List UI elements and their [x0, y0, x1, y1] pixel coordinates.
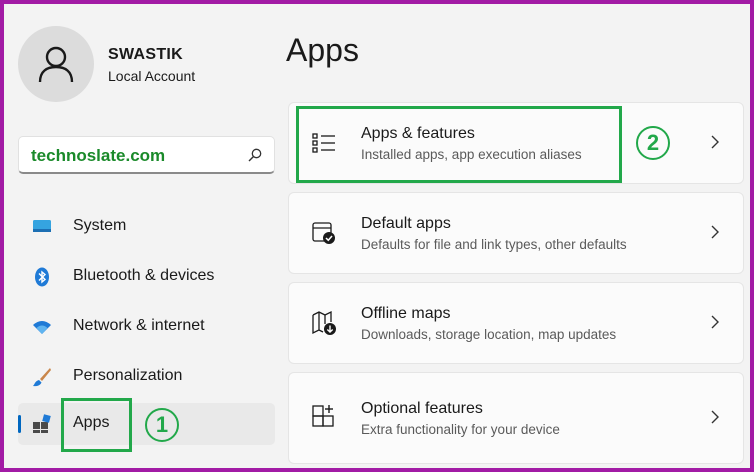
- card-default-apps[interactable]: Default apps Defaults for file and link …: [288, 192, 744, 274]
- sidebar-item-label: Bluetooth & devices: [73, 267, 215, 284]
- sidebar-item-system[interactable]: System: [18, 206, 275, 248]
- search-value: technoslate.com: [31, 146, 166, 165]
- bluetooth-icon: [35, 267, 49, 287]
- chevron-right-icon: [711, 225, 719, 239]
- card-optional-features[interactable]: Optional features Extra functionality fo…: [288, 372, 744, 464]
- sidebar-item-network[interactable]: Network & internet: [18, 306, 275, 348]
- search-input[interactable]: technoslate.com: [18, 136, 275, 174]
- step-badge-2: 2: [636, 126, 670, 160]
- card-offline-maps[interactable]: Offline maps Downloads, storage location…: [288, 282, 744, 364]
- card-subtitle: Downloads, storage location, map updates: [361, 327, 617, 342]
- card-title: Offline maps: [361, 305, 451, 322]
- sidebar-item-label: System: [73, 217, 127, 234]
- wifi-icon: [33, 321, 51, 334]
- card-subtitle: Defaults for file and link types, other …: [361, 237, 627, 252]
- monitor-icon: [33, 220, 51, 232]
- chevron-right-icon: [711, 135, 719, 149]
- card-subtitle: Extra functionality for your device: [361, 422, 560, 437]
- card-title: Optional features: [361, 400, 483, 417]
- optional-features-icon: [312, 405, 334, 427]
- sidebar-item-bluetooth[interactable]: Bluetooth & devices: [18, 256, 275, 298]
- user-icon: [38, 46, 74, 83]
- sidebar-item-label: Network & internet: [73, 317, 205, 334]
- step-badge-1: 1: [145, 408, 179, 442]
- user-name: SWASTIK: [108, 46, 183, 63]
- active-indicator: [18, 415, 21, 433]
- avatar[interactable]: [18, 26, 94, 102]
- highlight-box-apps-features: [296, 106, 622, 183]
- chevron-right-icon: [711, 315, 719, 329]
- sidebar-item-personalization[interactable]: Personalization: [18, 356, 275, 398]
- account-type: Local Account: [108, 68, 196, 84]
- card-title: Default apps: [361, 215, 451, 232]
- map-icon: [312, 310, 336, 335]
- brush-icon: [33, 368, 51, 387]
- chevron-right-icon: [711, 410, 719, 424]
- settings-window: SWASTIK Local Account technoslate.com Sy…: [4, 4, 750, 468]
- apps-icon: [33, 414, 51, 433]
- default-apps-icon: [312, 222, 335, 244]
- page-title: Apps: [286, 32, 359, 68]
- search-icon[interactable]: [248, 148, 262, 162]
- sidebar-item-label: Personalization: [73, 367, 183, 384]
- highlight-box-apps: [61, 398, 132, 452]
